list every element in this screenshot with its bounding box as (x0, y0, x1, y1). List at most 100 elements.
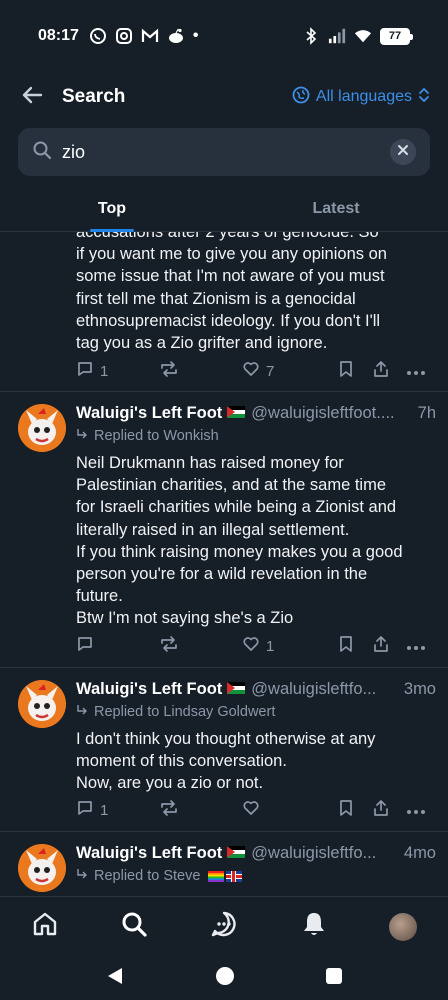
tab-top[interactable]: Top (0, 186, 224, 232)
bluetooth-icon (302, 27, 320, 45)
more-button[interactable] (406, 802, 426, 819)
bell-icon (300, 910, 328, 943)
post-item[interactable]: Waluigi's Left Foot @waluigisleftfo... 3… (0, 668, 448, 832)
replied-to[interactable]: Replied to Steve (76, 868, 243, 884)
bookmark-icon (338, 360, 354, 382)
post-line: Btw I'm not saying she's a Zio (76, 609, 294, 628)
status-bar: 08:17 • 77 (0, 0, 448, 72)
close-icon (397, 143, 409, 161)
reply-button[interactable] (76, 635, 100, 657)
results-feed[interactable]: accusations after 2 years of genocide. S… (0, 232, 448, 896)
back-button[interactable] (18, 83, 46, 111)
bookmark-button[interactable] (338, 360, 354, 382)
system-recents-button[interactable] (325, 967, 343, 990)
system-home-button[interactable] (215, 966, 235, 991)
avatar[interactable] (18, 844, 66, 892)
replied-to-text: Replied to Wonkish (94, 428, 219, 444)
like-count: 7 (266, 362, 275, 380)
page-title: Search (62, 86, 126, 107)
more-icon (406, 363, 426, 380)
repost-button[interactable] (159, 360, 185, 382)
bookmark-icon (338, 799, 354, 821)
reply-button[interactable]: 1 (76, 799, 108, 821)
heart-icon (242, 635, 260, 657)
post-line: I don't think you thought otherwise at a… (76, 730, 376, 748)
repost-button[interactable] (159, 799, 185, 821)
palestine-flag-icon (227, 846, 246, 858)
post-item[interactable]: accusations after 2 years of genocide. S… (0, 232, 448, 392)
author-handle[interactable]: @waluigisleftfoot.... (251, 404, 413, 423)
tab-latest[interactable]: Latest (224, 186, 448, 231)
status-time: 08:17 (38, 27, 79, 44)
nav-chat[interactable] (179, 897, 269, 957)
like-button[interactable]: 1 (242, 635, 274, 657)
more-button[interactable] (406, 638, 426, 655)
avatar[interactable] (18, 680, 66, 728)
post-line: person you're for a wild revelation in t… (76, 565, 368, 584)
instagram-icon (115, 27, 133, 45)
post-line: Now, are you a zio or not. (76, 774, 264, 793)
nav-profile[interactable] (358, 897, 448, 957)
reply-button[interactable]: 1 (76, 360, 108, 382)
clear-search-button[interactable] (390, 139, 416, 165)
battery-indicator: 77 (380, 27, 413, 45)
post-line: literally raised in an illegal settlemen… (76, 520, 350, 539)
post-text: accusations after 2 years of genocide. S… (76, 232, 434, 354)
status-dot: • (192, 27, 199, 44)
globe-icon (292, 86, 310, 109)
post-actions: 1 (76, 634, 434, 658)
reply-count: 1 (100, 801, 109, 819)
system-back-button[interactable] (105, 966, 125, 991)
share-button[interactable] (372, 360, 390, 382)
post-actions: 1 (76, 798, 434, 822)
repost-button[interactable] (159, 635, 185, 657)
replied-to[interactable]: Replied to Wonkish (76, 428, 219, 444)
nav-home[interactable] (0, 897, 90, 957)
tab-bar: Top Latest (0, 186, 448, 232)
author-name[interactable]: Waluigi's Left Foot (76, 680, 222, 699)
chevron-up-down-icon (418, 86, 430, 109)
post-header: Waluigi's Left Foot @waluigisleftfo... 4… (76, 844, 436, 863)
replied-to[interactable]: Replied to Lindsay Goldwert (76, 704, 275, 720)
post-actions: 1 7 (76, 359, 434, 383)
more-button[interactable] (406, 363, 426, 380)
like-button[interactable] (242, 799, 266, 821)
avatar[interactable] (18, 404, 66, 452)
speech-bubble-icon (76, 360, 94, 382)
post-line: accusations after 2 years of genocide. S… (76, 232, 379, 241)
bookmark-button[interactable] (338, 635, 354, 657)
post-text: I don't think you thought otherwise at a… (76, 728, 434, 795)
author-name[interactable]: Waluigi's Left Foot (76, 844, 222, 863)
post-line: ethnosupremacist ideology. If you don't … (76, 311, 381, 330)
bookmark-icon (338, 635, 354, 657)
palestine-flag-icon (227, 406, 246, 418)
author-name[interactable]: Waluigi's Left Foot (76, 404, 222, 423)
bookmark-button[interactable] (338, 799, 354, 821)
post-line: if you want me to give you any opinions … (76, 245, 387, 264)
post-item[interactable]: Waluigi's Left Foot @waluigisleftfo... 4… (0, 832, 448, 896)
author-handle[interactable]: @waluigisleftfo... (251, 844, 400, 863)
search-icon (120, 910, 148, 943)
wifi-icon (354, 27, 372, 45)
nav-search[interactable] (90, 897, 180, 957)
language-selector[interactable]: All languages (292, 86, 430, 109)
reply-arrow-icon (76, 704, 88, 720)
search-icon (32, 140, 52, 165)
author-handle[interactable]: @waluigisleftfo... (251, 680, 400, 699)
search-input[interactable]: zio (18, 128, 430, 176)
share-button[interactable] (372, 635, 390, 657)
reply-count: 1 (100, 362, 109, 380)
like-button[interactable]: 7 (242, 360, 274, 382)
post-line: for Israeli charities while being a Zion… (76, 498, 397, 517)
share-icon (372, 635, 390, 657)
share-button[interactable] (372, 799, 390, 821)
post-header: Waluigi's Left Foot @waluigisleftfoot...… (76, 404, 436, 423)
nav-notifications[interactable] (269, 897, 359, 957)
repost-icon (159, 635, 179, 657)
whatsapp-icon (89, 27, 107, 45)
home-icon (31, 910, 59, 943)
post-item[interactable]: Waluigi's Left Foot @waluigisleftfoot...… (0, 392, 448, 668)
share-icon (372, 360, 390, 382)
post-line: first tell me that Zionism is a genocida… (76, 289, 356, 308)
share-icon (372, 799, 390, 821)
